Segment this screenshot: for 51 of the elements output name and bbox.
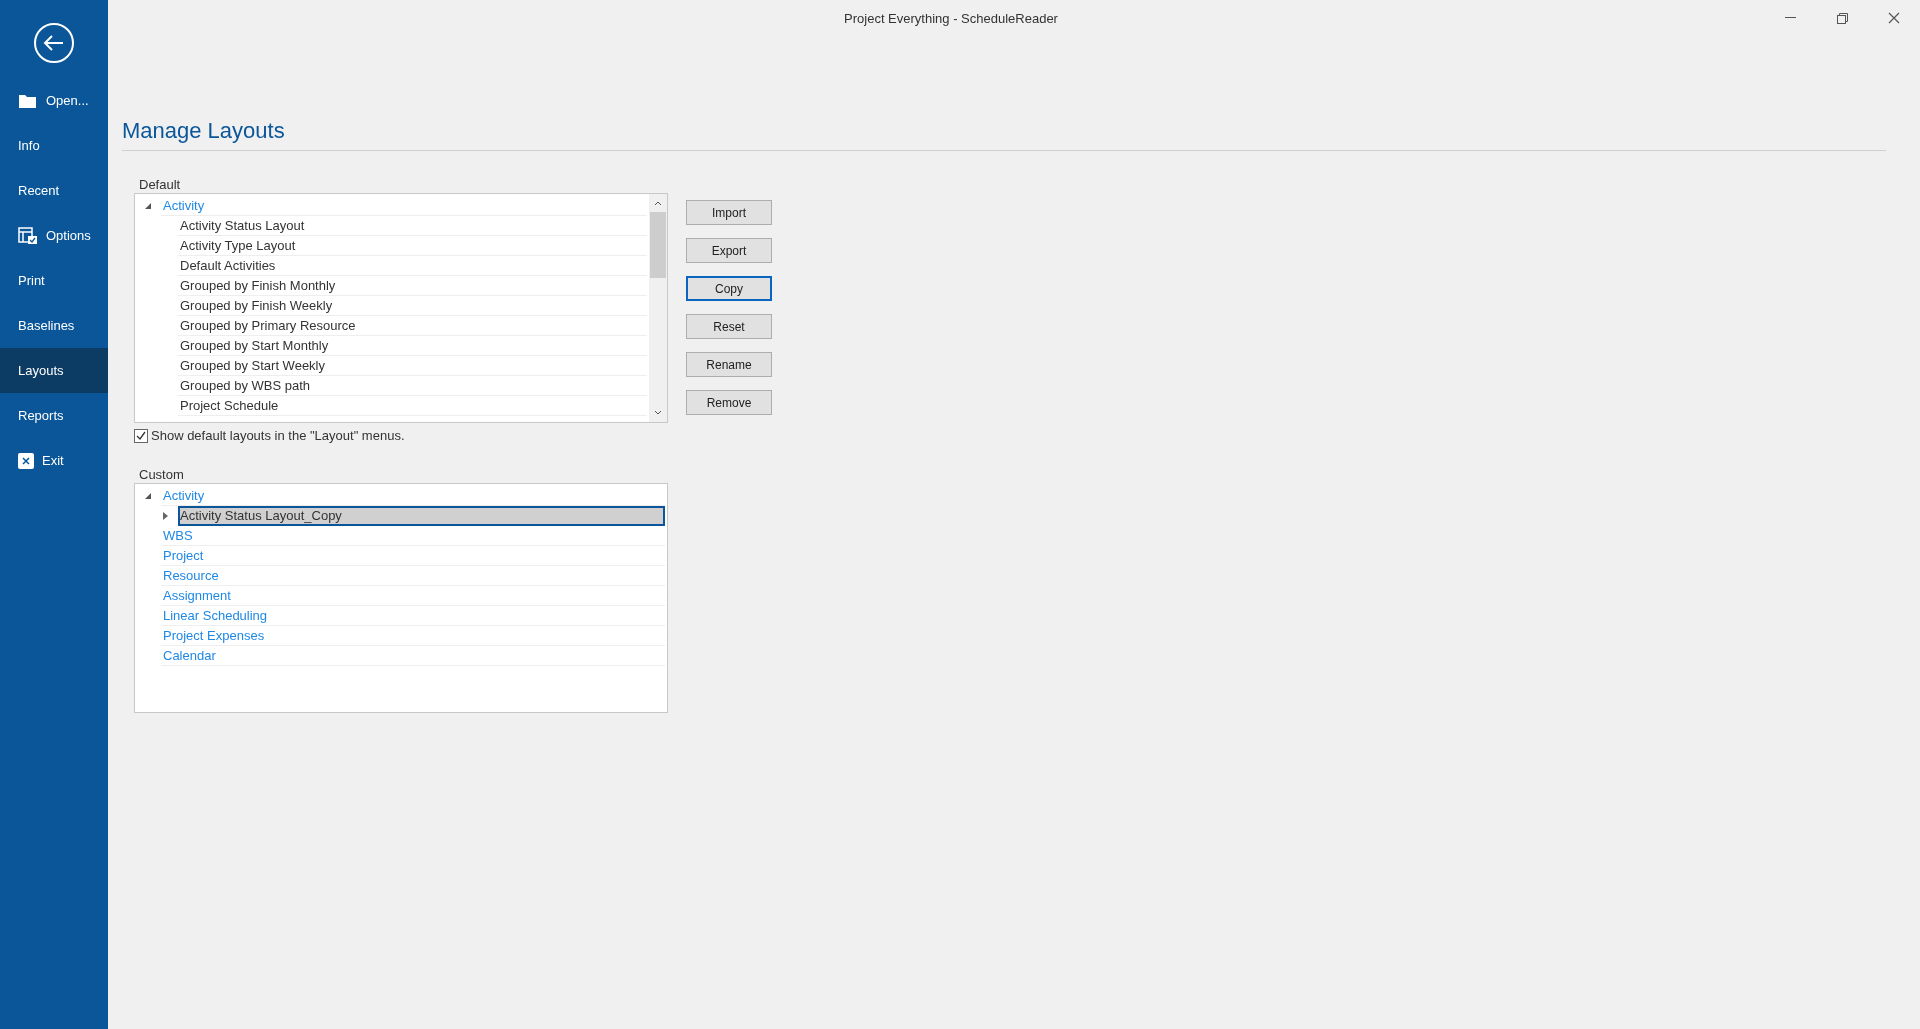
window-title: Project Everything - ScheduleReader <box>843 10 1059 26</box>
tree-item[interactable]: Activity Type Layout <box>178 236 647 256</box>
options-icon <box>18 226 38 245</box>
action-button[interactable]: Remove <box>686 390 772 415</box>
checkbox-label: Show default layouts in the "Layout" menus. <box>151 428 405 443</box>
sidebar-item[interactable]: Options <box>0 213 108 258</box>
action-button[interactable]: Rename <box>686 352 772 377</box>
collapsed-arrow-icon[interactable] <box>161 511 169 521</box>
action-button[interactable]: Import <box>686 200 772 225</box>
tree-item[interactable]: Calendar <box>161 646 665 666</box>
section-label: Custom <box>138 467 185 483</box>
action-button[interactable]: Export <box>686 238 772 263</box>
tree-item[interactable]: Project <box>161 546 665 566</box>
sidebar-item[interactable]: Info <box>0 123 108 168</box>
close-icon[interactable] <box>1888 12 1900 24</box>
sidebar-item[interactable]: Reports <box>0 393 108 438</box>
sidebar-item[interactable]: Print <box>0 258 108 303</box>
tree-item[interactable]: Activity <box>161 196 647 216</box>
tree-item[interactable]: Grouped by Finish Weekly <box>178 296 647 316</box>
folder-icon <box>18 92 38 109</box>
tree-item[interactable]: Project Expenses <box>161 626 665 646</box>
tree-item[interactable]: Grouped by Start Monthly <box>178 336 647 356</box>
expanded-arrow-icon[interactable] <box>144 492 152 500</box>
action-button[interactable]: Reset <box>686 314 772 339</box>
expanded-arrow-icon[interactable] <box>144 202 152 210</box>
checkbox[interactable] <box>134 428 148 443</box>
tree-item[interactable]: Project Schedule <box>178 396 647 416</box>
sidebar-item[interactable]: Exit <box>0 438 108 483</box>
sidebar-item[interactable]: Layouts <box>0 348 108 393</box>
sidebar-item[interactable]: Baselines <box>0 303 108 348</box>
tree-item[interactable]: Activity Status Layout_Copy <box>178 506 665 526</box>
tree-item[interactable]: Assignment <box>161 586 665 606</box>
action-button[interactable]: Copy <box>686 276 772 301</box>
back-icon[interactable] <box>33 22 75 64</box>
sidebar-item[interactable]: Open... <box>0 78 108 123</box>
tree-item[interactable]: Linear Scheduling <box>161 606 665 626</box>
tree-item[interactable]: Grouped by Start Weekly <box>178 356 647 376</box>
tree-item[interactable]: Activity Status Layout <box>178 216 647 236</box>
sidebar-item[interactable]: Recent <box>0 168 108 213</box>
tree-item[interactable]: Default Activities <box>178 256 647 276</box>
tree-item[interactable]: Grouped by WBS path <box>178 376 647 396</box>
tree-item[interactable]: Grouped by Finish Monthly <box>178 276 647 296</box>
minimize-icon[interactable] <box>1784 17 1796 19</box>
close-icon <box>18 452 34 469</box>
page-title: Manage Layouts <box>122 118 1886 151</box>
scrollbar[interactable] <box>649 194 667 422</box>
tree-item[interactable]: WBS <box>161 526 665 546</box>
restore-icon[interactable] <box>1836 12 1848 24</box>
section-label: Default <box>138 177 182 193</box>
tree-item[interactable]: Grouped by Primary Resource <box>178 316 647 336</box>
tree-item[interactable]: Resource <box>161 566 665 586</box>
